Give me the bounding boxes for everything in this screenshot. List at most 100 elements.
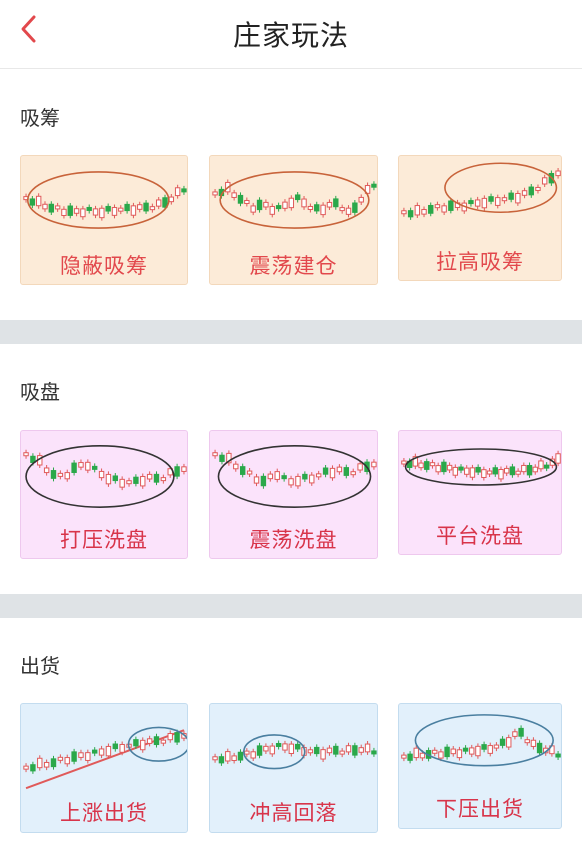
candle-body [407, 753, 413, 761]
section-title-shakeout: 吸盘 [20, 380, 60, 404]
candle-body [253, 476, 260, 484]
pattern-card-press-distribute[interactable]: 下压出货 [398, 703, 562, 829]
pattern-card-oscillate-shakeout[interactable]: 震荡洗盘 [209, 430, 378, 559]
candle-body [133, 739, 139, 747]
candle-body [421, 209, 427, 215]
candle-body [488, 196, 494, 202]
candle-body [487, 745, 493, 754]
section-divider [0, 594, 582, 618]
pattern-card-hidden-accumulate[interactable]: 隐蔽吸筹 [20, 155, 188, 285]
candle-body [481, 744, 487, 750]
candle-body [146, 738, 153, 744]
candle-body [536, 742, 543, 754]
pattern-card-rise-distribute[interactable]: 上涨出货 [20, 703, 188, 833]
candle-body [57, 756, 64, 761]
candle-body [153, 473, 160, 483]
candle-body [456, 749, 463, 759]
candle-body [233, 463, 239, 470]
candle-body [434, 204, 441, 209]
candle-body [98, 748, 105, 756]
candle-body [452, 466, 459, 476]
candle-body [555, 170, 561, 177]
candle-body [468, 200, 474, 205]
candle-body [85, 461, 91, 471]
section-title-accumulate: 吸筹 [20, 106, 60, 130]
candle-body [54, 205, 61, 210]
candle-body [146, 473, 153, 480]
candle-body [541, 177, 548, 185]
candle-body [515, 470, 521, 475]
candle-body [530, 739, 537, 747]
pattern-card-label: 冲高回落 [249, 801, 338, 825]
candle-body [269, 745, 275, 755]
candle-body [275, 205, 282, 210]
candle-body [515, 193, 521, 204]
highlight-ellipse [26, 171, 170, 229]
header-bar: 庄家玩法 [0, 0, 582, 69]
candle-body [481, 197, 488, 209]
candle-body [43, 467, 50, 474]
pattern-card-platform-shakeout[interactable]: 平台洗盘 [398, 430, 562, 555]
candle-body [339, 750, 345, 755]
candle-body [499, 738, 506, 746]
pattern-card-label: 平台洗盘 [436, 524, 524, 548]
candle-body [212, 756, 218, 761]
candle-body [357, 463, 363, 471]
candle-body [181, 466, 187, 472]
candle-body [309, 474, 315, 484]
candle-body [315, 473, 322, 478]
pattern-card-label: 拉高吸筹 [436, 250, 524, 274]
candle-body [124, 203, 130, 212]
candle-body [181, 188, 187, 193]
candle-body [231, 192, 237, 198]
candle-body [320, 749, 326, 760]
candle-body [78, 462, 84, 468]
candle-body [475, 745, 481, 757]
candle-body [345, 207, 352, 215]
candle-body [231, 755, 237, 762]
pattern-card-suppress-shakeout[interactable]: 打压洗盘 [20, 430, 188, 559]
candle-body [326, 747, 333, 754]
candle-body [237, 751, 244, 761]
candle-body [212, 452, 218, 457]
candle-body [86, 206, 92, 211]
candle-body [71, 462, 77, 473]
candle-body [307, 205, 314, 210]
pattern-card-spike-fall[interactable]: 冲高回落 [209, 703, 378, 833]
pattern-card-label: 隐蔽吸筹 [60, 254, 148, 278]
candle-body [350, 471, 356, 476]
candle-body [35, 195, 42, 207]
candle-body [345, 745, 352, 753]
candle-body [432, 749, 438, 754]
candle-body [474, 199, 481, 207]
candle-body [302, 473, 308, 480]
candle-body [326, 201, 333, 208]
candle-body [307, 749, 314, 754]
candle-body [428, 204, 434, 214]
candle-body [441, 461, 447, 473]
candle-body [105, 205, 111, 212]
candle-body [358, 747, 364, 753]
candle-body [174, 187, 181, 197]
candle-body [343, 467, 350, 476]
candle-body [419, 752, 426, 759]
candle-body [174, 466, 180, 477]
pattern-card-oscillate-build[interactable]: 震荡建仓 [209, 155, 378, 285]
candle-body [336, 466, 343, 473]
candle-body [475, 466, 481, 473]
candle-body [80, 208, 86, 218]
candle-body [481, 469, 487, 478]
pattern-card-raise-accumulate[interactable]: 拉高吸筹 [398, 155, 562, 281]
candle-body [244, 750, 250, 755]
candle-body [438, 751, 444, 759]
candle-body [149, 206, 156, 211]
candle-body [29, 198, 36, 206]
candle-body [518, 727, 524, 737]
candle-body [140, 476, 146, 487]
pattern-card-label: 下压出货 [436, 797, 524, 821]
candle-body [98, 470, 105, 479]
candle-body [168, 196, 175, 203]
candle-body [250, 205, 256, 213]
candle-body [444, 746, 450, 758]
candle-body [528, 186, 534, 196]
